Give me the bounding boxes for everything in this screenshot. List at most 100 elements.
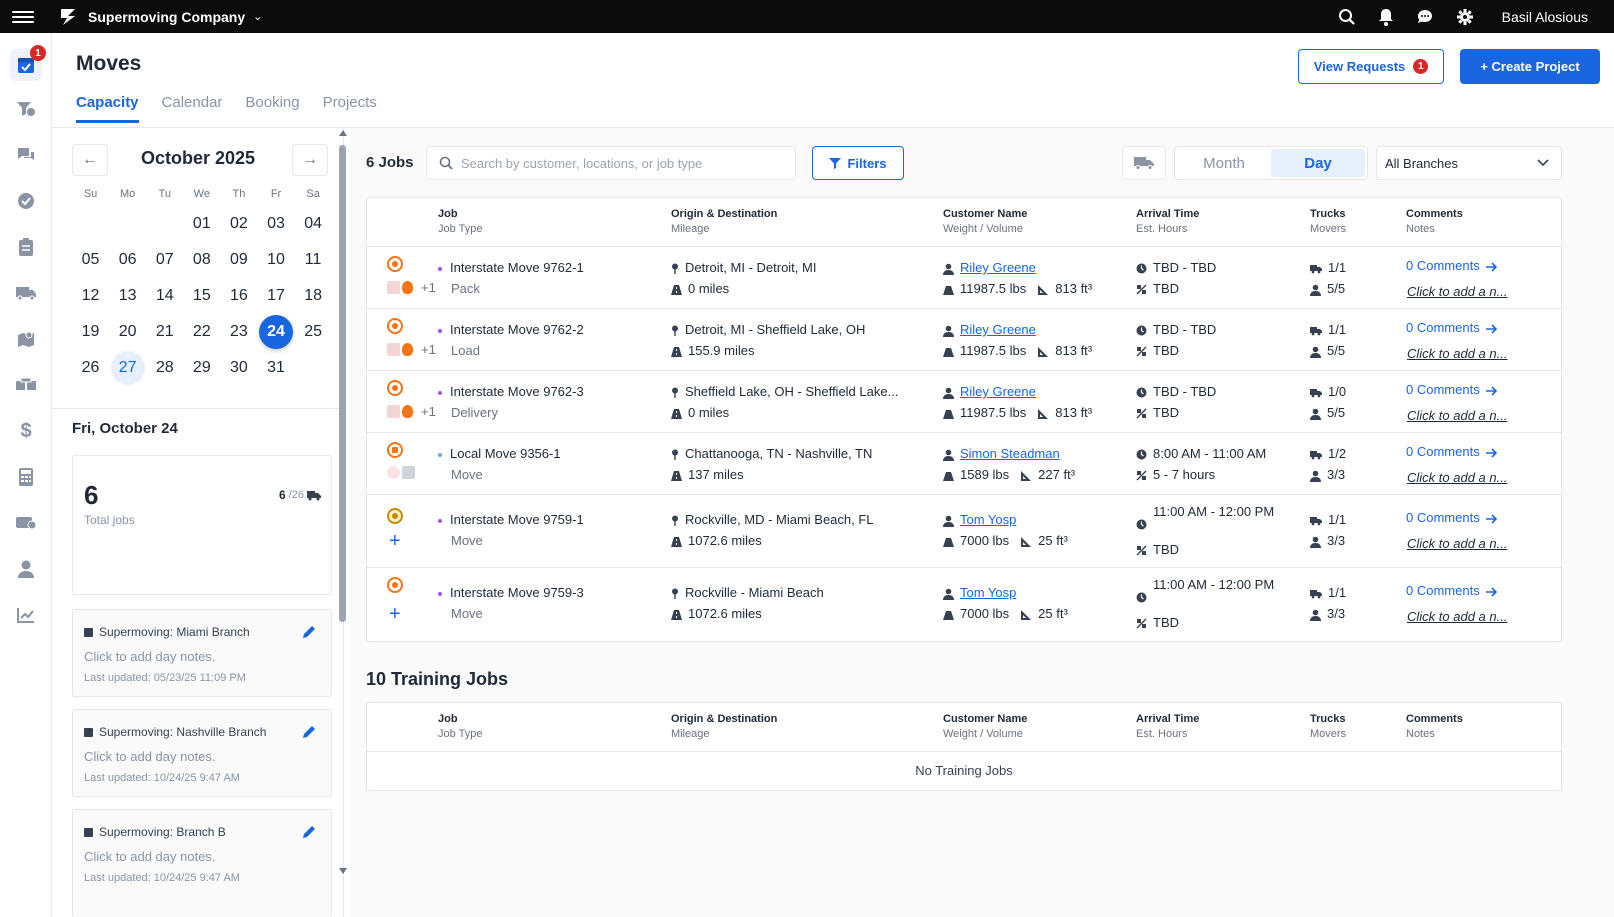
- rail-leads-icon[interactable]: [10, 93, 42, 125]
- comments-link[interactable]: 0 Comments: [1406, 320, 1497, 335]
- calendar-day[interactable]: 19: [72, 314, 109, 350]
- calendar-day[interactable]: 25: [295, 314, 332, 350]
- company-name[interactable]: Supermoving Company: [88, 9, 245, 25]
- table-row[interactable]: + Interstate Move 9759-1 Move Rockville, MD…: [367, 495, 1561, 568]
- calendar-day[interactable]: 26: [72, 350, 109, 386]
- rail-reports-chart-icon[interactable]: [10, 599, 42, 631]
- comments-count[interactable]: 0 Comments: [1406, 510, 1480, 525]
- create-project-button[interactable]: + Create Project: [1460, 49, 1600, 84]
- add-note-link[interactable]: Click to add a n...: [1407, 609, 1507, 624]
- job-name-text[interactable]: Local Move 9356-1: [450, 446, 561, 461]
- customer-link[interactable]: Tom Yosp: [960, 585, 1016, 600]
- edit-pencil-icon[interactable]: [301, 724, 317, 740]
- search-input[interactable]: [461, 155, 781, 171]
- tab-capacity[interactable]: Capacity: [76, 94, 139, 123]
- prev-month-arrow-icon[interactable]: ←: [72, 144, 108, 176]
- customer-link[interactable]: Riley Greene: [960, 384, 1036, 399]
- gear-icon[interactable]: [1456, 8, 1474, 26]
- rail-dollar-icon[interactable]: $: [10, 415, 42, 447]
- customer-link[interactable]: Riley Greene: [960, 322, 1036, 337]
- table-row[interactable]: +1 Interstate Move 9762-1 Pack Detroit, MI …: [367, 247, 1561, 309]
- view-month-button[interactable]: Month: [1177, 149, 1271, 177]
- calendar-day[interactable]: 21: [146, 314, 183, 350]
- filters-button[interactable]: Filters: [812, 146, 904, 180]
- comments-count[interactable]: 0 Comments: [1406, 258, 1480, 273]
- rail-moves-calendar-icon[interactable]: 1: [10, 45, 46, 81]
- calendar-day[interactable]: 20: [109, 314, 146, 350]
- calendar-day[interactable]: 31: [257, 350, 294, 386]
- rail-map-icon[interactable]: [10, 323, 42, 355]
- rail-user-icon[interactable]: [10, 553, 42, 585]
- branch-note-prompt[interactable]: Click to add day notes.: [84, 649, 216, 664]
- view-day-button[interactable]: Day: [1271, 149, 1365, 177]
- scrollbar-thumb[interactable]: [339, 145, 346, 622]
- table-row[interactable]: +1 Interstate Move 9762-2 Load Detroit, MI …: [367, 309, 1561, 371]
- calendar-day[interactable]: 23: [220, 314, 257, 350]
- comments-link[interactable]: 0 Comments: [1406, 382, 1497, 397]
- add-note-link[interactable]: Click to add a n...: [1407, 536, 1507, 551]
- comments-count[interactable]: 0 Comments: [1406, 382, 1480, 397]
- calendar-day[interactable]: 03: [257, 206, 294, 242]
- calendar-day[interactable]: 27: [109, 350, 146, 386]
- rail-payment-icon[interactable]: [10, 507, 42, 539]
- job-name-text[interactable]: Interstate Move 9759-3: [450, 585, 584, 600]
- branch-note-card[interactable]: Supermoving: Branch B Click to add day n…: [72, 809, 332, 917]
- table-row[interactable]: Local Move 9356-1 Move Chattanooga, TN - N…: [367, 433, 1561, 495]
- comments-link[interactable]: 0 Comments: [1406, 583, 1497, 598]
- calendar-day[interactable]: 12: [72, 278, 109, 314]
- calendar-day[interactable]: 30: [220, 350, 257, 386]
- calendar-day[interactable]: 16: [220, 278, 257, 314]
- tab-projects[interactable]: Projects: [323, 94, 377, 123]
- calendar-panel-scrollbar[interactable]: [337, 128, 349, 917]
- search-icon[interactable]: [1338, 8, 1356, 26]
- comments-link[interactable]: 0 Comments: [1406, 510, 1497, 525]
- bell-icon[interactable]: [1378, 8, 1394, 26]
- next-month-arrow-icon[interactable]: →: [292, 144, 328, 176]
- table-row[interactable]: + Interstate Move 9759-3 Move Rockville - M…: [367, 568, 1561, 641]
- calendar-day[interactable]: 01: [183, 206, 220, 242]
- chevron-down-icon[interactable]: ⌄: [253, 10, 262, 23]
- edit-pencil-icon[interactable]: [301, 624, 317, 640]
- tab-booking[interactable]: Booking: [245, 94, 299, 123]
- search-box[interactable]: [426, 146, 796, 180]
- calendar-day[interactable]: 02: [220, 206, 257, 242]
- branch-note-prompt[interactable]: Click to add day notes.: [84, 849, 216, 864]
- job-name-text[interactable]: Interstate Move 9762-1: [450, 260, 584, 275]
- calendar-day[interactable]: 14: [146, 278, 183, 314]
- calendar-day[interactable]: 11: [295, 242, 332, 278]
- calendar-day[interactable]: 22: [183, 314, 220, 350]
- scroll-up-arrow-icon[interactable]: [338, 129, 348, 137]
- rail-tasks-check-icon[interactable]: [10, 185, 42, 217]
- add-note-link[interactable]: Click to add a n...: [1407, 284, 1507, 299]
- branch-note-prompt[interactable]: Click to add day notes.: [84, 749, 216, 764]
- calendar-day[interactable]: 08: [183, 242, 220, 278]
- comments-count[interactable]: 0 Comments: [1406, 320, 1480, 335]
- chat-icon[interactable]: [1416, 8, 1434, 26]
- calendar-day[interactable]: 15: [183, 278, 220, 314]
- add-service-plus-icon[interactable]: +: [389, 604, 401, 624]
- job-name-text[interactable]: Interstate Move 9759-1: [450, 512, 584, 527]
- customer-link[interactable]: Simon Steadman: [960, 446, 1060, 461]
- add-note-link[interactable]: Click to add a n...: [1407, 408, 1507, 423]
- calendar-day[interactable]: 05: [72, 242, 109, 278]
- customer-link[interactable]: Riley Greene: [960, 260, 1036, 275]
- branch-select[interactable]: All Branches: [1376, 146, 1562, 180]
- calendar-day[interactable]: 29: [183, 350, 220, 386]
- scroll-down-arrow-icon[interactable]: [338, 867, 348, 875]
- calendar-day[interactable]: 18: [295, 278, 332, 314]
- add-note-link[interactable]: Click to add a n...: [1407, 470, 1507, 485]
- edit-pencil-icon[interactable]: [301, 824, 317, 840]
- rail-clipboard-icon[interactable]: [10, 231, 42, 263]
- add-note-link[interactable]: Click to add a n...: [1407, 346, 1507, 361]
- view-requests-button[interactable]: View Requests 1: [1298, 49, 1444, 84]
- hamburger-menu-icon[interactable]: [12, 10, 34, 23]
- calendar-day[interactable]: 28: [146, 350, 183, 386]
- calendar-day[interactable]: 06: [109, 242, 146, 278]
- customer-link[interactable]: Tom Yosp: [960, 512, 1016, 527]
- calendar-day[interactable]: 24: [257, 314, 294, 350]
- comments-link[interactable]: 0 Comments: [1406, 444, 1497, 459]
- job-name-text[interactable]: Interstate Move 9762-3: [450, 384, 584, 399]
- branch-note-card[interactable]: Supermoving: Nashville Branch Click to a…: [72, 709, 332, 797]
- user-name[interactable]: Basil Alosious: [1502, 9, 1588, 25]
- calendar-day[interactable]: 07: [146, 242, 183, 278]
